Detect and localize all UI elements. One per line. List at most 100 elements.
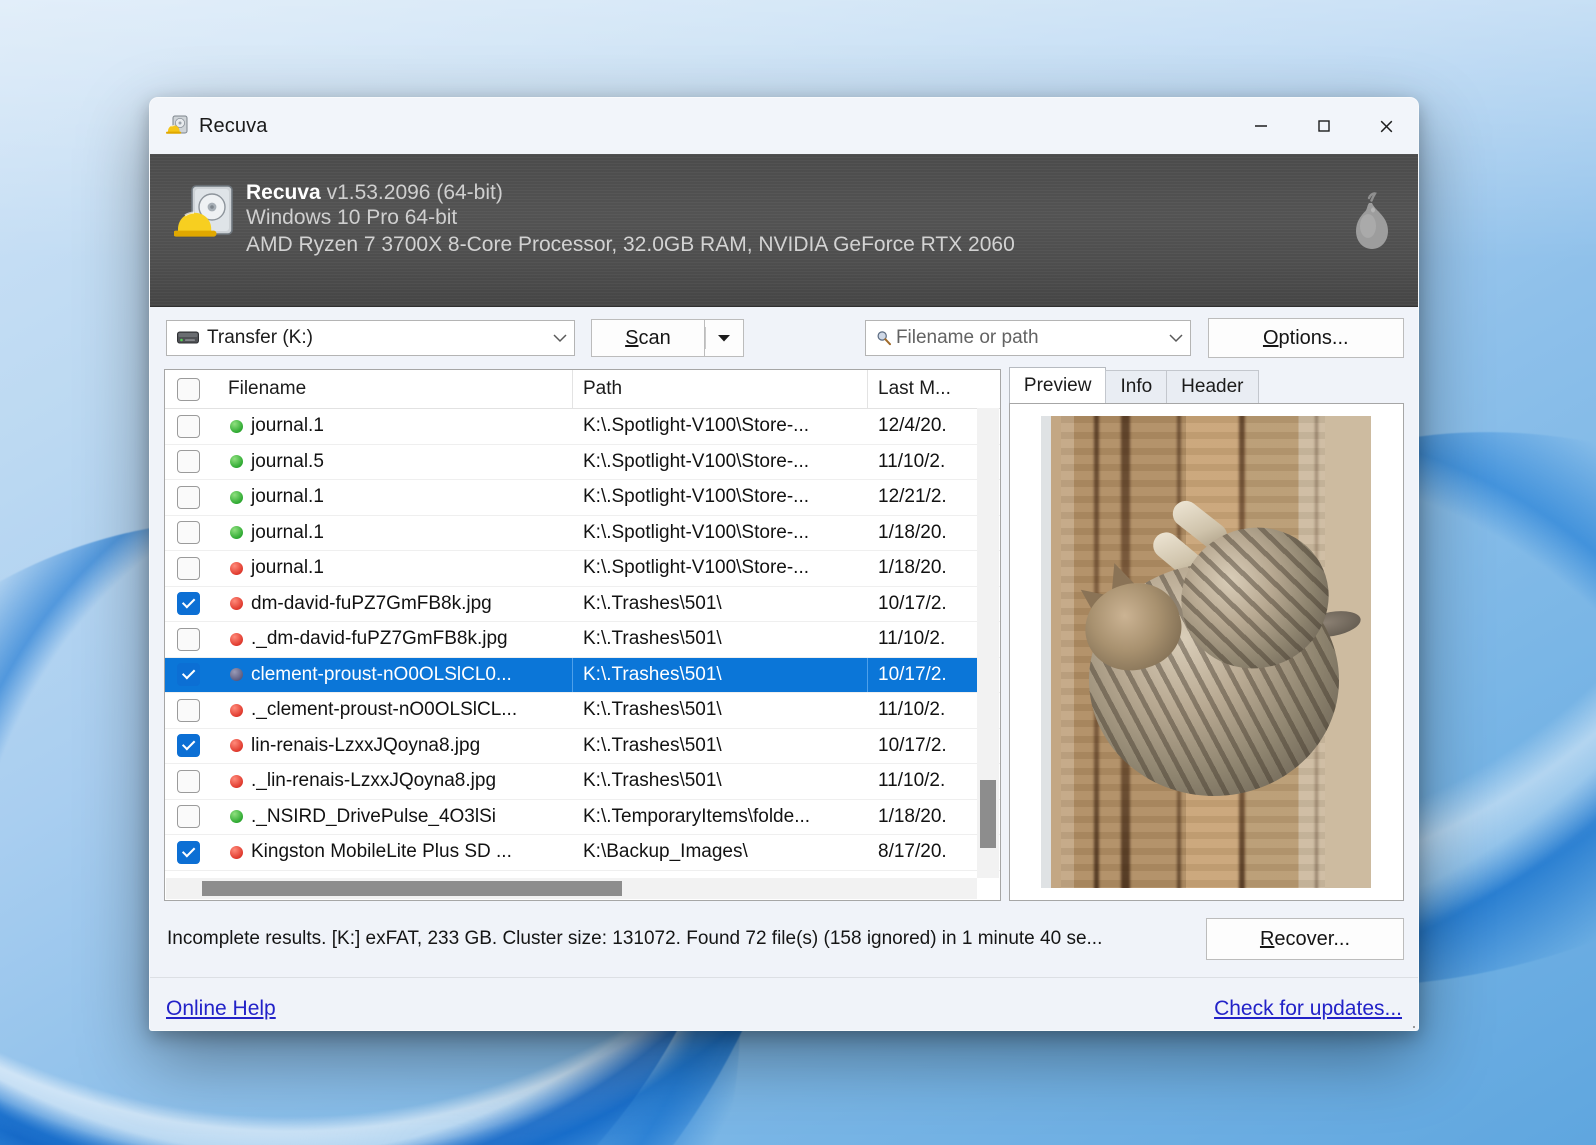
cell-path: K:\.Trashes\501\ xyxy=(583,592,722,614)
row-checkbox-cell[interactable] xyxy=(165,835,218,870)
row-checkbox[interactable] xyxy=(177,450,200,474)
cell-filename: journal.5 xyxy=(218,445,573,480)
tab-preview[interactable]: Preview xyxy=(1008,367,1107,404)
table-row[interactable]: Kingston MobileLite Plus SD ... K:\Backup… xyxy=(165,835,1000,871)
row-checkbox-cell[interactable] xyxy=(165,764,218,799)
check-for-updates-link[interactable]: Check for updates... xyxy=(1214,997,1402,1021)
chevron-down-icon xyxy=(1162,333,1190,343)
row-checkbox[interactable] xyxy=(177,840,200,864)
status-message: Incomplete results. [K:] exFAT, 233 GB. … xyxy=(167,928,1103,949)
minimize-button[interactable] xyxy=(1229,98,1292,154)
row-checkbox-cell[interactable] xyxy=(165,800,218,835)
row-checkbox[interactable] xyxy=(177,663,200,687)
file-results-list[interactable]: Filename Path Last M... journal.1 K:\.Spo… xyxy=(164,369,1001,901)
recovery-state-dot-red xyxy=(230,845,243,859)
cell-path: K:\.Spotlight-V100\Store-... xyxy=(583,521,810,543)
drive-select[interactable]: Transfer (K:) xyxy=(166,320,575,356)
recover-button[interactable]: Recover... xyxy=(1206,918,1404,960)
options-label: ptions... xyxy=(1278,326,1349,349)
scan-dropdown-button[interactable] xyxy=(703,319,744,357)
tab-header[interactable]: Header xyxy=(1166,370,1259,404)
table-row[interactable]: clement-proust-nO0OLSlCL0... K:\.Trashes\… xyxy=(165,657,1000,693)
row-checkbox-cell[interactable] xyxy=(165,693,218,728)
close-button[interactable] xyxy=(1355,98,1418,154)
table-row[interactable]: journal.1 K:\.Spotlight-V100\Store-... 12/… xyxy=(165,409,1000,445)
maximize-button[interactable] xyxy=(1292,98,1355,154)
horizontal-scrollbar[interactable] xyxy=(166,878,977,899)
cell-last-modified: 10/17/2. xyxy=(878,734,947,756)
online-help-link[interactable]: Online Help xyxy=(166,997,276,1021)
filename-text: ._NSIRD_DrivePulse_4O3lSi xyxy=(251,805,496,827)
table-row[interactable]: journal.1 K:\.Spotlight-V100\Store-... 1/1… xyxy=(165,516,1000,551)
toolbar: Transfer (K:) Scan Filename or path Opti… xyxy=(150,307,1418,369)
row-checkbox[interactable] xyxy=(177,627,200,651)
recovery-state-dot-green xyxy=(230,526,243,540)
cell-filename: journal.1 xyxy=(218,480,573,515)
search-input[interactable]: Filename or path xyxy=(864,320,1191,356)
row-checkbox[interactable] xyxy=(177,414,200,438)
row-checkbox-cell[interactable] xyxy=(165,480,218,515)
app-banner: Recuva v1.53.2096 (64-bit) Windows 10 Pr… xyxy=(150,154,1418,307)
vertical-scrollbar[interactable] xyxy=(976,408,999,878)
table-row[interactable]: ._NSIRD_DrivePulse_4O3lSi K:\.TemporaryIt… xyxy=(165,800,1000,835)
row-checkbox[interactable] xyxy=(177,734,200,758)
scan-button[interactable]: Scan xyxy=(590,319,704,357)
cell-filename: journal.1 xyxy=(218,409,573,444)
recover-accel: R xyxy=(1259,927,1275,950)
cell-filename: Kingston MobileLite Plus SD ... xyxy=(218,835,573,870)
table-row[interactable]: journal.1 K:\.Spotlight-V100\Store-... 1/1… xyxy=(165,551,1000,587)
main-content: Filename Path Last M... journal.1 K:\.Spo… xyxy=(150,367,1418,901)
preview-tabs: Preview Info Header xyxy=(1008,367,1404,404)
recovery-state-dot-green xyxy=(230,810,243,824)
row-checkbox-cell[interactable] xyxy=(165,587,218,622)
options-button[interactable]: Options... xyxy=(1207,318,1405,358)
select-all-header[interactable] xyxy=(165,370,218,408)
cell-path: K:\.TemporaryItems\folde... xyxy=(583,805,811,827)
row-checkbox-cell[interactable] xyxy=(165,657,218,692)
resize-grip[interactable] xyxy=(1401,1022,1415,1030)
filename-text: journal.1 xyxy=(251,557,324,579)
table-row[interactable]: lin-renais-LzxxJQoyna8.jpg K:\.Trashes\50… xyxy=(165,729,1000,764)
title-bar[interactable]: Recuva xyxy=(150,98,1418,154)
row-checkbox[interactable] xyxy=(177,698,200,722)
column-header-modified[interactable]: Last M... xyxy=(868,370,986,408)
table-row[interactable]: ._dm-david-fuPZ7GmFB8k.jpg K:\.Trashes\50… xyxy=(165,622,1000,658)
row-checkbox-cell[interactable] xyxy=(165,409,218,444)
row-checkbox-cell[interactable] xyxy=(165,551,218,586)
row-checkbox[interactable] xyxy=(177,592,200,616)
row-checkbox-cell[interactable] xyxy=(165,622,218,657)
column-header-filename[interactable]: Filename xyxy=(218,370,573,408)
row-checkbox[interactable] xyxy=(177,805,200,829)
row-checkbox-cell[interactable] xyxy=(165,445,218,480)
row-checkbox[interactable] xyxy=(177,769,200,793)
recuva-window: Recuva Recuva v1.53.2096 (64-bit) Window… xyxy=(149,97,1419,1031)
table-row[interactable]: ._lin-renais-LzxxJQoyna8.jpg K:\.Trashes\… xyxy=(165,764,1000,800)
row-checkbox[interactable] xyxy=(177,556,200,580)
tab-info[interactable]: Info xyxy=(1105,370,1168,404)
horizontal-scrollbar-thumb[interactable] xyxy=(202,881,622,896)
recuva-hardhat-disk-icon xyxy=(166,114,190,138)
table-row[interactable]: journal.1 K:\.Spotlight-V100\Store-... 12/… xyxy=(165,480,1000,516)
select-all-checkbox[interactable] xyxy=(177,377,200,401)
row-checkbox[interactable] xyxy=(177,485,200,509)
table-row[interactable]: journal.5 K:\.Spotlight-V100\Store-... 11/… xyxy=(165,445,1000,480)
cell-last-modified: 1/18/20. xyxy=(878,557,947,579)
options-accel: O xyxy=(1262,326,1279,349)
cell-last-modified: 1/18/20. xyxy=(878,521,947,543)
table-row[interactable]: ._clement-proust-nO0OLSlCL... K:\.Trashes… xyxy=(165,693,1000,729)
row-checkbox-cell[interactable] xyxy=(165,516,218,551)
row-checkbox-cell[interactable] xyxy=(165,729,218,764)
recovery-state-dot-green xyxy=(230,455,243,469)
recovery-state-dot-red xyxy=(230,561,243,575)
cell-last-modified: 11/10/2. xyxy=(878,699,946,721)
cell-last-modified: 12/21/2. xyxy=(878,486,947,508)
cell-last-modified: 12/4/20. xyxy=(878,415,947,437)
recuva-hardhat-disk-icon xyxy=(173,182,240,248)
column-header-path[interactable]: Path xyxy=(573,370,868,408)
table-row[interactable]: dm-david-fuPZ7GmFB8k.jpg K:\.Trashes\501\… xyxy=(165,587,1000,622)
vertical-scrollbar-thumb[interactable] xyxy=(979,780,996,848)
cell-filename: ._dm-david-fuPZ7GmFB8k.jpg xyxy=(218,622,573,657)
cell-last-modified: 1/18/20. xyxy=(878,805,947,827)
row-checkbox[interactable] xyxy=(177,521,200,545)
cell-filename: ._clement-proust-nO0OLSlCL... xyxy=(218,693,573,728)
